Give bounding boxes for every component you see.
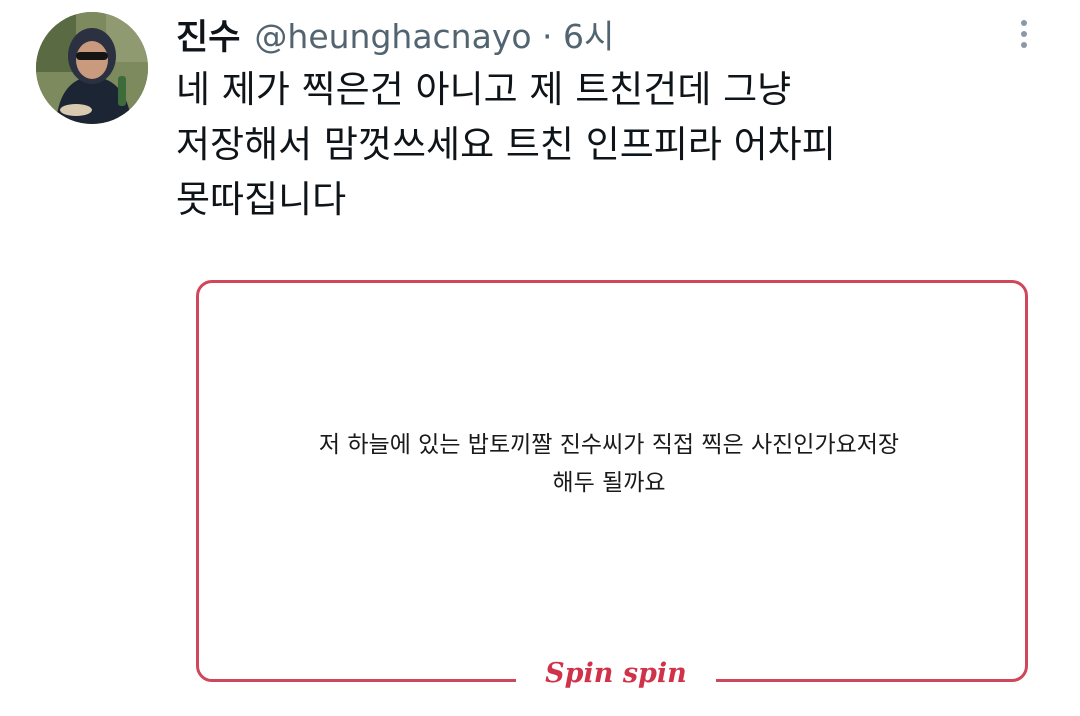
brand-logo: Spin spin xyxy=(545,658,687,689)
author-handle[interactable]: @heunghacnayo · 6시 xyxy=(254,10,614,58)
more-vertical-icon[interactable] xyxy=(1004,14,1044,54)
more-dot xyxy=(1021,42,1027,48)
tweet: 진수 @heunghacnayo · 6시 네 제가 찍은건 아니고 제 트친건… xyxy=(0,0,1080,716)
tweet-text: 네 제가 찍은건 아니고 제 트친건데 그냥 저장해서 맘껏쓰세요 트친 인프피… xyxy=(176,68,836,221)
tweet-header: 진수 @heunghacnayo · 6시 xyxy=(176,8,614,60)
author-name[interactable]: 진수 xyxy=(176,9,240,60)
author-handle-text: @heunghacnayo xyxy=(254,17,532,56)
more-dot xyxy=(1021,31,1027,37)
question-text: 저 하늘에 있는 밥토끼짤 진수씨가 직접 찍은 사진인가요저장 해두 될까요 xyxy=(318,432,900,496)
meta-separator: · xyxy=(542,17,553,56)
tweet-time[interactable]: 6시 xyxy=(563,17,614,56)
tweet-media-image[interactable]: 저 하늘에 있는 밥토끼짤 진수씨가 직접 찍은 사진인가요저장 해두 될까요 … xyxy=(176,256,1048,716)
avatar[interactable] xyxy=(36,12,148,124)
more-dot xyxy=(1021,20,1027,26)
